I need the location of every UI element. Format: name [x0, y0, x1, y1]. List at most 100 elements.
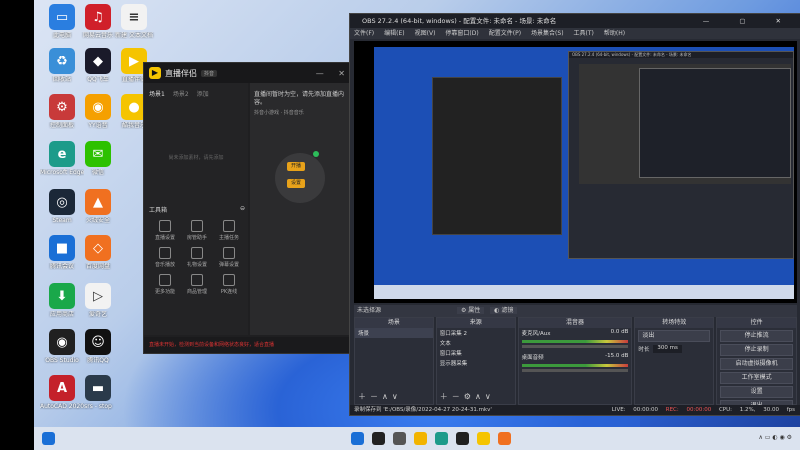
preview-sub: 抖音小游戏 · 抖音音乐: [254, 110, 304, 116]
app-icon: ✉: [85, 141, 111, 167]
mic-volume-slider[interactable]: [521, 345, 629, 348]
studio-mode-button[interactable]: 工作室模式: [720, 372, 793, 384]
taskbar-app-icon[interactable]: [477, 432, 490, 445]
desktop-icon[interactable]: ◇ 百度网盘: [76, 235, 120, 270]
source-item[interactable]: 窗口采集: [437, 348, 515, 358]
mic-channel-name: 麦克风/Aux: [521, 331, 551, 337]
desktop-icon[interactable]: ☺ 腾讯QQ: [76, 329, 120, 364]
obs-window[interactable]: OBS 27.2.4 (64-bit, windows) - 配置文件: 未命名…: [349, 13, 800, 416]
tool-icon: [159, 274, 171, 286]
scene-item[interactable]: 场景: [355, 328, 433, 338]
scene-panel: 场景1 场景2 添加 尚未添加素材，请先添加 工具箱 ⊖ 直播设置 房管助手 主播任…: [144, 83, 248, 335]
live-companion-window[interactable]: ▶ 直播伴侣 抖音 — ✕ 场景1 场景2 添加 尚未添加素材，请先添加 工具箱…: [143, 62, 357, 354]
toolbox-item[interactable]: 礼物设置: [181, 247, 213, 268]
taskbar-app-icon[interactable]: [393, 432, 406, 445]
tool-icon: [223, 274, 235, 286]
tool-icon: [223, 247, 235, 259]
mixer-dock-title: 混音器: [518, 318, 632, 328]
scene-tab-1[interactable]: 场景1: [149, 89, 165, 98]
filters-button[interactable]: ◐ 滤镜: [490, 307, 518, 314]
menu-item[interactable]: 帮助(H): [604, 28, 625, 39]
start-live-button[interactable]: 开播: [287, 162, 305, 171]
scene-tab-2[interactable]: 场景2: [173, 89, 189, 98]
duration-input[interactable]: 300 ms: [653, 345, 682, 353]
transitions-dock: 转场特效 淡出 时长 300 ms: [634, 317, 715, 405]
desktop-icon-label: 爱奇艺: [88, 311, 107, 318]
tool-icon: [191, 247, 203, 259]
desktop-icon[interactable]: ▲ 火绒安全: [76, 189, 120, 224]
virtual-camera-button[interactable]: 启动虚拟摄像机: [720, 358, 793, 370]
taskbar-app-icon[interactable]: [435, 432, 448, 445]
sources-dock: 来源 窗口采集 2 文本 窗口采集 显示器采集 ＋－⚙∧∨: [435, 317, 516, 405]
source-item[interactable]: 窗口采集 2: [437, 328, 515, 338]
desktop-volume-slider[interactable]: [521, 369, 629, 372]
app-icon: ▷: [85, 283, 111, 309]
settings-button[interactable]: 设置: [720, 386, 793, 398]
taskbar-app-icon[interactable]: [498, 432, 511, 445]
desktop-icon[interactable]: ▬ srs - stop: [76, 375, 120, 410]
duration-label: 时长: [638, 347, 650, 353]
taskbar-app-icon[interactable]: [372, 432, 385, 445]
toolbox-item[interactable]: 更多功能: [149, 274, 181, 295]
source-item[interactable]: 文本: [437, 338, 515, 348]
menu-item[interactable]: 工具(T): [574, 28, 594, 39]
app-icon: ■: [49, 235, 75, 261]
window-controls-icon[interactable]: — ✕: [316, 69, 351, 78]
live-time: LIVE: 00:00:00: [611, 407, 658, 413]
taskbar-app-icon[interactable]: [351, 432, 364, 445]
scene-tab-add[interactable]: 添加: [197, 89, 209, 98]
toolbox-item[interactable]: 房管助手: [181, 220, 213, 241]
tool-icon: [159, 220, 171, 232]
source-item[interactable]: 显示器采集: [437, 358, 515, 368]
desktop-icon[interactable]: ✉ 微信: [76, 141, 120, 176]
rec-time: REC: 00:00:00: [665, 407, 712, 413]
menu-item[interactable]: 停靠窗口(D): [445, 28, 478, 39]
recursive-taskbar: [374, 285, 794, 299]
desktop-icon[interactable]: ≡ 新建 文本文档: [112, 4, 156, 39]
toolbox-item[interactable]: 弹幕设置: [213, 247, 245, 268]
sources-dock-title: 来源: [436, 318, 515, 328]
tool-icon: [191, 220, 203, 232]
scene-tools-icon[interactable]: ＋－∧∨: [358, 391, 402, 402]
tool-label: 弹幕设置: [218, 262, 239, 268]
stop-recording-button[interactable]: 停止录制: [720, 344, 793, 356]
system-tray[interactable]: ∧ ▭ ◐ ◉ ⚙: [758, 434, 792, 441]
toolbox-item[interactable]: PK连线: [213, 274, 245, 295]
tool-label: PK连线: [220, 289, 238, 295]
widgets-icon[interactable]: [42, 432, 55, 445]
status-dot: [313, 151, 319, 157]
toolbox-item[interactable]: 主播任务: [213, 220, 245, 241]
tool-label: 更多功能: [154, 289, 175, 295]
obs-menubar: 文件(F) 编辑(E) 视图(V) 停靠窗口(D) 配置文件(P) 场景集合(S) 工具(T…: [350, 28, 800, 39]
properties-button[interactable]: ⚙ 属性: [456, 307, 485, 314]
menu-item[interactable]: 场景集合(S): [531, 28, 564, 39]
mic-channel-db: 0.0 dB: [610, 329, 629, 335]
tool-icon: [159, 247, 171, 259]
toolbox-item[interactable]: 直播设置: [149, 220, 181, 241]
source-tools-icon[interactable]: ＋－⚙∧∨: [440, 391, 495, 402]
live-settings-button[interactable]: 设置: [287, 179, 305, 188]
tool-label: 礼物设置: [186, 262, 207, 268]
live-preview: 直播间暂时为空，请先添加直播内容。 抖音小游戏 · 抖音音乐 开播 设置: [250, 83, 356, 335]
menu-item[interactable]: 配置文件(P): [489, 28, 521, 39]
live-companion-titlebar[interactable]: ▶ 直播伴侣 抖音 — ✕: [144, 63, 356, 83]
toolbox-item[interactable]: 音乐播放: [149, 247, 181, 268]
taskbar-app-icon[interactable]: [456, 432, 469, 445]
filters-label: 滤镜: [501, 307, 514, 314]
toolbox-item[interactable]: 商品管理: [181, 274, 213, 295]
desktop-icon[interactable]: ▷ 爱奇艺: [76, 283, 120, 318]
controls-dock-title: 控件: [717, 318, 796, 328]
window-controls-icon[interactable]: — ▢ ✕: [703, 14, 795, 28]
menu-item[interactable]: 文件(F): [354, 28, 374, 39]
toolbox-collapse-icon[interactable]: ⊖: [240, 205, 245, 214]
obs-titlebar[interactable]: OBS 27.2.4 (64-bit, windows) - 配置文件: 未命名…: [350, 14, 800, 28]
app-icon: ▭: [49, 4, 75, 30]
obs-preview[interactable]: OBS 27.2.4 (64-bit, windows) - 配置文件: 未命名…: [354, 41, 797, 303]
taskbar-app-icon[interactable]: [414, 432, 427, 445]
menu-item[interactable]: 编辑(E): [384, 28, 404, 39]
stop-streaming-button[interactable]: 停止推流: [720, 330, 793, 342]
transition-select[interactable]: 淡出: [638, 330, 711, 342]
tool-label: 直播设置: [154, 235, 175, 241]
app-icon: ◉: [49, 329, 75, 355]
menu-item[interactable]: 视图(V): [415, 28, 436, 39]
